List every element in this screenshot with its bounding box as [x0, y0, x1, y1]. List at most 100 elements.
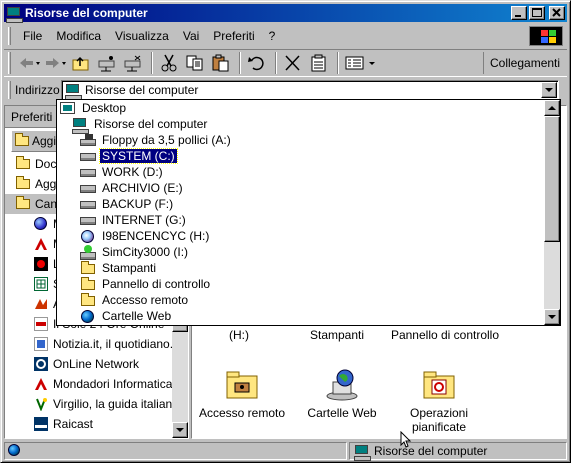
status-location: Risorse del computer	[374, 444, 488, 458]
views-button[interactable]	[343, 52, 379, 74]
item-cartelle-web[interactable]: Cartelle Web	[297, 368, 387, 420]
channel-item[interactable]: Mondadori Informatica	[5, 374, 173, 394]
folder-icon	[15, 156, 31, 172]
add-to-favorites-label: Aggi	[32, 134, 57, 148]
item-cd-drive-h[interactable]: (H:)	[194, 328, 284, 342]
toolbar-separator	[239, 52, 241, 74]
paste-button[interactable]	[209, 52, 233, 74]
item-pannello-di-controllo[interactable]: Pannello di controllo	[380, 328, 510, 342]
menu-bar-grip[interactable]	[8, 27, 11, 45]
properties-button[interactable]	[307, 52, 331, 74]
menu-preferiti[interactable]: Preferiti	[206, 29, 261, 43]
dropdown-item-label: Stampanti	[102, 261, 157, 275]
menu-visualizza[interactable]: Visualizza	[108, 29, 176, 43]
dropdown-item-system-c[interactable]: SYSTEM (C:)	[57, 148, 560, 164]
cut-button[interactable]	[157, 52, 181, 74]
channel-item[interactable]: Notizia.it, il quotidiano...	[5, 334, 180, 354]
channel-item[interactable]: Virgilio, la guida italian...	[5, 394, 182, 414]
address-bar-grip[interactable]	[8, 81, 11, 99]
address-label: Indirizzo	[15, 83, 60, 97]
item-accesso-remoto[interactable]: Accesso remoto	[197, 368, 287, 420]
status-left-cell	[4, 442, 347, 460]
channel-item[interactable]: OnLine Network	[5, 354, 173, 374]
scroll-up-button[interactable]	[544, 100, 560, 116]
menu-vai[interactable]: Vai	[176, 29, 206, 43]
dropdown-item-stampanti[interactable]: Stampanti	[57, 260, 560, 276]
minimize-icon	[515, 15, 521, 17]
scroll-down-button[interactable]	[544, 309, 560, 325]
channel-item[interactable]: Raicast	[5, 414, 173, 434]
dropdown-item-archivio-e[interactable]: ARCHIVIO (E:)	[57, 180, 560, 196]
back-button[interactable]	[17, 52, 41, 74]
dropdown-item-label: ARCHIVIO (E:)	[102, 181, 183, 195]
folder-icon	[15, 176, 31, 192]
scroll-down-button[interactable]	[172, 422, 188, 438]
address-bar: Indirizzo Risorse del computer	[4, 79, 567, 101]
paste-icon	[212, 54, 229, 72]
maximize-button[interactable]	[529, 6, 545, 20]
my-computer-icon	[354, 444, 371, 461]
control-panel-icon	[80, 277, 96, 291]
channel-label: Notizia.it, il quotidiano...	[53, 337, 180, 351]
disconnect-drive-button[interactable]	[121, 52, 145, 74]
address-dropdown-button[interactable]	[541, 82, 557, 98]
toolbar-separator	[337, 52, 339, 74]
dropdown-item-desktop[interactable]: Desktop	[57, 100, 560, 116]
close-button[interactable]	[549, 6, 565, 20]
item-operazioni-pianificate[interactable]: Operazioni pianificate	[394, 368, 484, 434]
menu-help[interactable]: ?	[262, 29, 283, 43]
dropdown-item-cd-i[interactable]: SimCity3000 (I:)	[57, 244, 560, 260]
up-folder-icon	[72, 56, 89, 71]
title-bar[interactable]: Risorse del computer	[4, 4, 567, 23]
copy-button[interactable]	[183, 52, 207, 74]
dropdown-item-floppy-a[interactable]: Floppy da 3,5 pollici (A:)	[57, 132, 560, 148]
dropdown-item-pannello-di-controllo[interactable]: Pannello di controllo	[57, 276, 560, 292]
channel-logo-icon	[33, 356, 49, 372]
map-drive-button[interactable]	[95, 52, 119, 74]
item-stampanti[interactable]: Stampanti	[292, 328, 382, 342]
hard-drive-icon	[80, 197, 96, 211]
chevron-down-icon	[176, 428, 184, 432]
channel-logo-icon	[33, 376, 49, 392]
channel-logo-icon	[33, 256, 49, 272]
explorer-window: Risorse del computer File Modifica Visua…	[0, 0, 571, 463]
dropdown-item-cd-h[interactable]: I98ENCENCYC (H:)	[57, 228, 560, 244]
scheduled-tasks-icon	[422, 368, 456, 402]
address-combobox[interactable]: Risorse del computer	[61, 80, 559, 100]
delete-button[interactable]	[281, 52, 305, 74]
dropdown-scrollbar[interactable]	[544, 100, 560, 325]
cd-drive-icon	[80, 229, 96, 243]
map-network-drive-icon	[98, 56, 115, 72]
channel-label: Mondadori Informatica	[53, 377, 173, 391]
maximize-icon	[532, 8, 542, 17]
minimize-button[interactable]	[511, 6, 527, 20]
menu-file[interactable]: File	[16, 29, 49, 43]
forward-arrow-icon	[46, 58, 66, 68]
undo-button[interactable]	[245, 52, 269, 74]
dropdown-item-work-d[interactable]: WORK (D:)	[57, 164, 560, 180]
channel-logo-icon	[33, 416, 49, 432]
disconnect-drive-icon	[124, 55, 141, 72]
dropdown-item-label: Desktop	[82, 101, 127, 115]
dropdown-item-internet-g[interactable]: INTERNET (G:)	[57, 212, 560, 228]
hard-drive-icon	[80, 165, 96, 179]
dropdown-item-cartelle-web[interactable]: Cartelle Web	[57, 308, 560, 324]
up-folder-button[interactable]	[69, 52, 93, 74]
links-toolbar[interactable]: Collegamenti	[483, 52, 567, 74]
dropdown-item-label: BACKUP (F:)	[102, 197, 174, 211]
toolbar-grip[interactable]	[8, 52, 11, 74]
channel-logo-icon	[33, 316, 49, 332]
status-bar: Risorse del computer	[4, 441, 567, 461]
scroll-thumb[interactable]	[544, 116, 560, 242]
dropdown-item-my-computer[interactable]: Risorse del computer	[57, 116, 560, 134]
standard-toolbar: Collegamenti	[4, 49, 567, 77]
hard-drive-icon	[80, 213, 96, 227]
menu-modifica[interactable]: Modifica	[49, 29, 108, 43]
forward-button[interactable]	[43, 52, 67, 74]
dropdown-item-accesso-remoto[interactable]: Accesso remoto	[57, 292, 560, 308]
dropdown-item-backup-f[interactable]: BACKUP (F:)	[57, 196, 560, 212]
desktop-icon	[60, 101, 76, 115]
windows-logo-icon	[529, 26, 563, 46]
channel-label: OnLine Network	[53, 357, 140, 371]
dropdown-item-label: Risorse del computer	[94, 117, 208, 131]
